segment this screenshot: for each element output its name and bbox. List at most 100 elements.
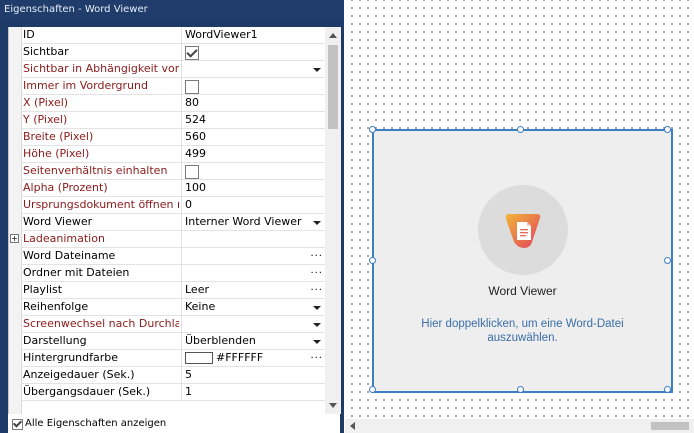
browse-ellipsis-button[interactable]: ... (310, 248, 323, 262)
property-row-alpha[interactable]: Alpha (Prozent) 100 (21, 180, 325, 197)
property-row-ursprungsdokument[interactable]: Ursprungsdokument öffnen nach 0 (21, 197, 325, 214)
property-label: Screenwechsel nach Durchlauf (23, 317, 179, 330)
property-label: Y (Pixel) (23, 113, 68, 126)
property-row-anzeigedauer[interactable]: Anzeigedauer (Sek.) 5 (21, 367, 325, 384)
property-row-x[interactable]: X (Pixel) 80 (21, 95, 325, 112)
widget-hint: Hier doppelklicken, um eine Word-Datei a… (421, 318, 624, 344)
property-label: Darstellung (23, 334, 87, 347)
property-row-word-viewer[interactable]: Word Viewer Interner Word Viewer (21, 214, 325, 231)
ordner-field[interactable]: ... (181, 265, 325, 281)
property-row-hintergrundfarbe[interactable]: Hintergrundfarbe #FFFFFF... (21, 350, 325, 367)
darstellung-select[interactable]: Überblenden (181, 333, 325, 349)
property-row-dateiname[interactable]: Word Dateiname ... (21, 248, 325, 265)
color-swatch[interactable] (185, 352, 213, 364)
word-viewer-select[interactable]: Interner Word Viewer (181, 214, 325, 230)
dropdown-arrow-icon[interactable] (313, 68, 321, 72)
property-label: X (Pixel) (23, 96, 69, 109)
sichtbar-checkbox[interactable] (185, 45, 199, 60)
ursprungsdokument-field[interactable]: 0 (181, 197, 325, 213)
dateiname-field[interactable]: ... (181, 248, 325, 264)
icon-background (478, 185, 568, 275)
resize-handle-bottom-right[interactable] (664, 386, 671, 393)
anzeigedauer-field[interactable]: 5 (181, 367, 325, 383)
property-row-ladeanimation[interactable]: + Ladeanimation (10, 231, 325, 248)
uebergangsdauer-field[interactable]: 1 (181, 384, 325, 400)
dropdown-arrow-icon[interactable] (313, 221, 321, 225)
resize-handle-right[interactable] (664, 257, 671, 264)
scrollbar-thumb[interactable] (328, 45, 338, 129)
word-viewer-widget[interactable]: Word Viewer Hier doppelklicken, um eine … (369, 126, 673, 393)
panel-title: Eigenschaften - Word Viewer (0, 0, 344, 20)
property-row-y[interactable]: Y (Pixel) 524 (21, 112, 325, 129)
sichtbar-abhaengig-select[interactable] (181, 61, 325, 77)
property-row-hoehe[interactable]: Höhe (Pixel) 499 (21, 146, 325, 163)
canvas-horizontal-scrollbar[interactable] (345, 419, 694, 433)
property-grid: ID WordViewer1 Sichtbar Sichtbar in Abhä… (8, 27, 341, 414)
reihenfolge-select[interactable]: Keine (181, 299, 325, 315)
property-rows: ID WordViewer1 Sichtbar Sichtbar in Abhä… (10, 27, 325, 401)
property-label: Playlist (23, 283, 63, 296)
property-row-seitenverhaeltnis[interactable]: Seitenverhältnis einhalten (21, 163, 325, 180)
ladeanimation-value (181, 231, 325, 247)
property-label: Höhe (Pixel) (23, 147, 90, 160)
resize-handle-left[interactable] (369, 257, 376, 264)
seitenverhaeltnis-checkbox[interactable] (185, 164, 199, 179)
property-label: Anzeigedauer (Sek.) (23, 368, 135, 381)
browse-ellipsis-button[interactable]: ... (310, 265, 323, 279)
properties-panel: Eigenschaften - Word Viewer ID WordViewe… (0, 0, 344, 433)
property-row-ordner[interactable]: Ordner mit Dateien ... (21, 265, 325, 282)
property-row-vordergrund[interactable]: Immer im Vordergrund (21, 78, 325, 95)
property-row-uebergangsdauer[interactable]: Übergangsdauer (Sek.) 1 (21, 384, 325, 401)
scroll-down-arrow-icon[interactable] (329, 403, 337, 408)
property-row-sichtbar-abhaengig[interactable]: Sichtbar in Abhängigkeit von (21, 61, 325, 78)
widget-title: Word Viewer (488, 284, 557, 298)
dropdown-arrow-icon[interactable] (313, 306, 321, 310)
show-all-properties-checkbox[interactable] (12, 419, 23, 430)
x-field[interactable]: 80 (181, 95, 325, 111)
property-row-darstellung[interactable]: Darstellung Überblenden (21, 333, 325, 350)
dropdown-arrow-icon[interactable] (313, 340, 321, 344)
property-label: Reihenfolge (23, 300, 89, 313)
property-row-breite[interactable]: Breite (Pixel) 560 (21, 129, 325, 146)
y-field[interactable]: 524 (181, 112, 325, 128)
show-all-properties-label[interactable]: Alle Eigenschaften anzeigen (25, 414, 166, 433)
scroll-up-arrow-icon[interactable] (329, 33, 337, 38)
property-row-sichtbar[interactable]: Sichtbar (21, 44, 325, 61)
vordergrund-checkbox[interactable] (185, 79, 199, 94)
property-label: Übergangsdauer (Sek.) (23, 385, 151, 398)
resize-handle-top-right[interactable] (664, 126, 671, 133)
property-row-id[interactable]: ID WordViewer1 (21, 27, 325, 44)
property-row-playlist[interactable]: Playlist Leer... (21, 282, 325, 299)
property-grid-scrollbar[interactable] (325, 27, 341, 414)
alpha-field[interactable]: 100 (181, 180, 325, 196)
resize-handle-top-left[interactable] (369, 126, 376, 133)
dropdown-arrow-icon[interactable] (313, 323, 321, 327)
hoehe-field[interactable]: 499 (181, 146, 325, 162)
browse-ellipsis-button[interactable]: ... (310, 282, 323, 296)
property-label: Seitenverhältnis einhalten (23, 164, 168, 177)
scroll-left-arrow-icon[interactable] (350, 422, 355, 430)
hintergrundfarbe-field[interactable]: #FFFFFF... (181, 350, 325, 366)
property-label: Sichtbar in Abhängigkeit von (23, 62, 179, 75)
property-label: Alpha (Prozent) (23, 181, 108, 194)
expand-plus-icon[interactable]: + (10, 234, 19, 243)
screenwechsel-select[interactable] (181, 316, 325, 332)
property-label: ID (23, 28, 35, 41)
resize-handle-bottom-left[interactable] (369, 386, 376, 393)
property-row-reihenfolge[interactable]: Reihenfolge Keine (21, 299, 325, 316)
scrollbar-thumb[interactable] (651, 422, 689, 430)
resize-handle-top[interactable] (517, 126, 524, 133)
property-label: Hintergrundfarbe (23, 351, 119, 364)
panel-footer: Alle Eigenschaften anzeigen (8, 414, 340, 433)
property-label: Sichtbar (23, 45, 69, 58)
playlist-field[interactable]: Leer... (181, 282, 325, 298)
word-document-icon (505, 214, 541, 248)
property-label: Ladeanimation (23, 232, 105, 245)
property-row-screenwechsel[interactable]: Screenwechsel nach Durchlauf (21, 316, 325, 333)
property-label: Word Dateiname (23, 249, 116, 262)
breite-field[interactable]: 560 (181, 129, 325, 145)
resize-handle-bottom[interactable] (517, 386, 524, 393)
browse-ellipsis-button[interactable]: ... (310, 350, 323, 364)
property-label: Word Viewer (23, 215, 93, 228)
id-field[interactable]: WordViewer1 (181, 27, 325, 43)
